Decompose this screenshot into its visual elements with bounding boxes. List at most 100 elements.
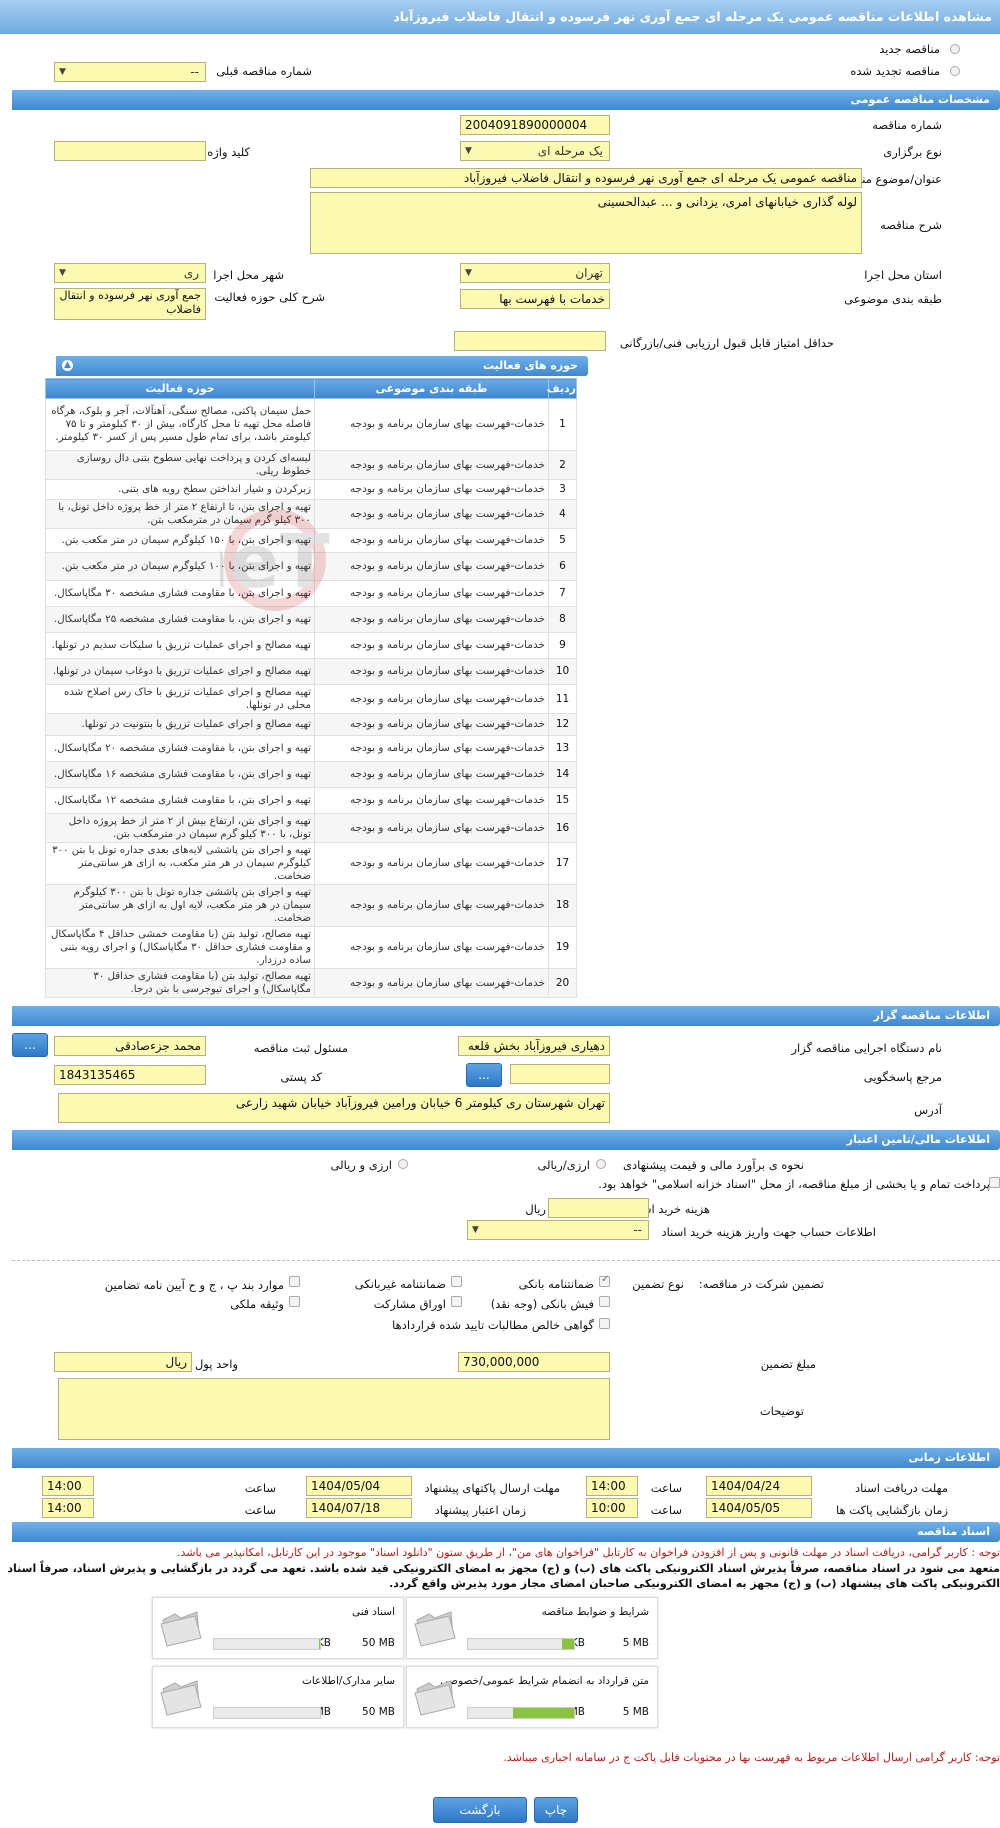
collapse-icon[interactable]: ▲	[62, 360, 73, 371]
row-category: خدمات-فهرست بهای سازمان برنامه و بودجه	[314, 842, 549, 885]
items-checkbox[interactable]	[289, 1276, 300, 1287]
cash-checkbox[interactable]	[599, 1296, 610, 1307]
scope-field[interactable]: جمع آوری نهر فرسوده و انتقال فاضلاب	[54, 288, 206, 320]
row-activity: زبرکردن و شیار انداختن سطح رویه های بتنی…	[45, 479, 315, 500]
section-organizer: اطلاعات مناقصه گزار	[12, 1006, 1000, 1026]
account-select[interactable]: -- ▼	[467, 1220, 649, 1240]
col-activity: حوزه فعالیت	[45, 378, 315, 399]
postal-label: کد پستی	[280, 1070, 322, 1084]
min-score-field[interactable]	[454, 331, 606, 351]
table-row: 12 خدمات-فهرست بهای سازمان برنامه و بودجه…	[45, 713, 577, 736]
doc-box[interactable]: متن قرارداد به انضمام شرایط عمومی/خصوصی2…	[406, 1666, 658, 1728]
addr-field[interactable]: تهران شهرستان ری کیلومتر 6 خیابان ورامین…	[58, 1093, 610, 1123]
nonbank-guarantee-checkbox[interactable]	[451, 1276, 462, 1287]
row-number: 17	[548, 842, 577, 885]
chevron-down-icon: ▼	[472, 1225, 479, 1235]
property-checkbox[interactable]	[289, 1296, 300, 1307]
row-number: 15	[548, 787, 577, 814]
amount-field[interactable]: 730,000,000	[458, 1352, 610, 1372]
col-row: ردیف	[547, 378, 577, 399]
table-row: 11 خدمات-فهرست بهای سازمان برنامه و بودجه…	[45, 684, 577, 714]
row-number: 3	[548, 479, 577, 500]
city-label: شهر محل اجرا	[213, 268, 284, 282]
row-activity: تهیه مصالح، تولید بتن (با مقاومت فشاری ح…	[45, 968, 315, 998]
svg-text:AriaTender.neT: AriaTender.neT	[220, 519, 331, 605]
estimate-radio-1[interactable]	[596, 1159, 606, 1169]
resp-field[interactable]: محمد جزءصادقی	[54, 1036, 206, 1056]
section-activity: حوزه های فعالیت ▲	[56, 356, 588, 376]
desc-field[interactable]: لوله گذاری خیابانهای امری، یزدانی و ... …	[310, 192, 862, 254]
receive-time-field[interactable]: 14:00	[586, 1476, 638, 1496]
ref-select-button[interactable]: ...	[466, 1063, 502, 1087]
doc-box-title: اسناد فنی	[351, 1606, 395, 1618]
number-label: شماره مناقصه	[872, 118, 942, 132]
unit-field[interactable]: ریال	[54, 1352, 192, 1372]
bank-guarantee-checkbox[interactable]	[599, 1274, 610, 1287]
open-time-field[interactable]: 10:00	[586, 1498, 638, 1518]
bank-guarantee-label: ضمانتنامه بانکی	[518, 1277, 594, 1291]
doc-cost-field[interactable]	[548, 1198, 649, 1218]
doc-box[interactable]: سایر مدارک/اطلاعات0 MB50 MB	[152, 1666, 404, 1728]
valid-date-field[interactable]: 1404/07/18	[306, 1498, 412, 1518]
open-date-field[interactable]: 1404/05/05	[706, 1498, 812, 1518]
row-category: خدمات-فهرست بهای سازمان برنامه و بودجه	[314, 632, 549, 659]
row-category: خدمات-فهرست بهای سازمان برنامه و بودجه	[314, 813, 549, 843]
category-field[interactable]: خدمات با فهرست بها	[460, 289, 610, 309]
new-tender-label: مناقصه جدید	[879, 42, 940, 56]
unit-label: واحد پول	[194, 1357, 238, 1371]
ref-field[interactable]	[510, 1064, 610, 1084]
row-number: 11	[548, 684, 577, 714]
doc-box[interactable]: شرایط و ضوابط مناقصه539 KB5 MB	[406, 1597, 658, 1659]
print-button[interactable]: چاپ	[534, 1797, 578, 1823]
min-score-label: حداقل امتیاز قابل قبول ارزیابی فنی/بازرگ…	[619, 336, 834, 350]
doc-box-progress	[213, 1638, 321, 1650]
postal-field[interactable]: 1843135465	[54, 1065, 206, 1085]
resp-label: مسئول ثبت مناقصه	[253, 1041, 348, 1055]
claims-checkbox[interactable]	[599, 1318, 610, 1329]
renewed-tender-radio[interactable]	[950, 66, 960, 76]
tender-number-field[interactable]: 2004091890000004	[460, 115, 610, 135]
folder-icon	[160, 1611, 202, 1647]
row-number: 14	[548, 761, 577, 788]
table-row: 15 خدمات-فهرست بهای سازمان برنامه و بودجه…	[45, 787, 577, 814]
table-row: 13 خدمات-فهرست بهای سازمان برنامه و بودجه…	[45, 735, 577, 762]
type-select[interactable]: یک مرحله ای ▼	[460, 141, 610, 161]
table-row: 20 خدمات-فهرست بهای سازمان برنامه و بودجه…	[45, 968, 577, 998]
addr-label: آدرس	[914, 1103, 942, 1117]
chevron-down-icon: ▼	[59, 268, 66, 278]
estimate-opt1: ارزی/ریالی	[537, 1158, 590, 1172]
back-button[interactable]: بازگشت	[433, 1797, 527, 1823]
folder-icon	[414, 1611, 456, 1647]
renewed-tender-label: مناقصه تجدید شده	[850, 64, 940, 78]
claims-label: گواهی خالص مطالبات تایید شده قراردادها	[392, 1318, 594, 1332]
table-row: 1 خدمات-فهرست بهای سازمان برنامه و بودجه ح…	[45, 398, 577, 451]
org-field[interactable]: دهیاری فیروزآباد بخش قلعه	[458, 1036, 610, 1056]
row-number: 19	[548, 926, 577, 969]
prev-number-select[interactable]: -- ▼	[54, 62, 206, 82]
row-category: خدمات-فهرست بهای سازمان برنامه و بودجه	[314, 968, 549, 998]
doc-box[interactable]: اسناد فنی368 KB50 MB	[152, 1597, 404, 1659]
table-row: 19 خدمات-فهرست بهای سازمان برنامه و بودجه…	[45, 926, 577, 969]
row-number: 10	[548, 658, 577, 685]
receive-date-field[interactable]: 1404/04/24	[706, 1476, 812, 1496]
bonds-label: اوراق مشارکت	[373, 1297, 446, 1311]
send-time-field[interactable]: 14:00	[42, 1476, 94, 1496]
doc-box-title: متن قرارداد به انضمام شرایط عمومی/خصوصی	[440, 1675, 649, 1687]
province-select[interactable]: تهران ▼	[460, 263, 610, 283]
resp-select-button[interactable]: ...	[12, 1033, 48, 1057]
bonds-checkbox[interactable]	[451, 1296, 462, 1307]
valid-time-field[interactable]: 14:00	[42, 1498, 94, 1518]
city-select[interactable]: ری ▼	[54, 263, 206, 283]
treasury-checkbox[interactable]	[989, 1177, 1000, 1188]
nonbank-guarantee-label: ضمانتنامه غیربانکی	[354, 1277, 446, 1291]
row-activity: تهیه مصالح و اجرای عملیات تزریق با خاک ر…	[45, 684, 315, 714]
chevron-down-icon: ▼	[465, 146, 472, 156]
subject-field[interactable]: مناقصه عمومی یک مرحله ای جمع آوری نهر فر…	[310, 168, 862, 188]
doc-box-title: شرایط و ضوابط مناقصه	[541, 1606, 649, 1618]
notes-field[interactable]	[58, 1378, 610, 1440]
estimate-radio-2[interactable]	[398, 1159, 408, 1169]
new-tender-radio[interactable]	[950, 44, 960, 54]
send-date-field[interactable]: 1404/05/04	[306, 1476, 412, 1496]
estimate-label: نحوه ی برآورد مالی و قیمت پیشنهادی	[622, 1158, 804, 1172]
keyword-field[interactable]	[54, 141, 206, 161]
